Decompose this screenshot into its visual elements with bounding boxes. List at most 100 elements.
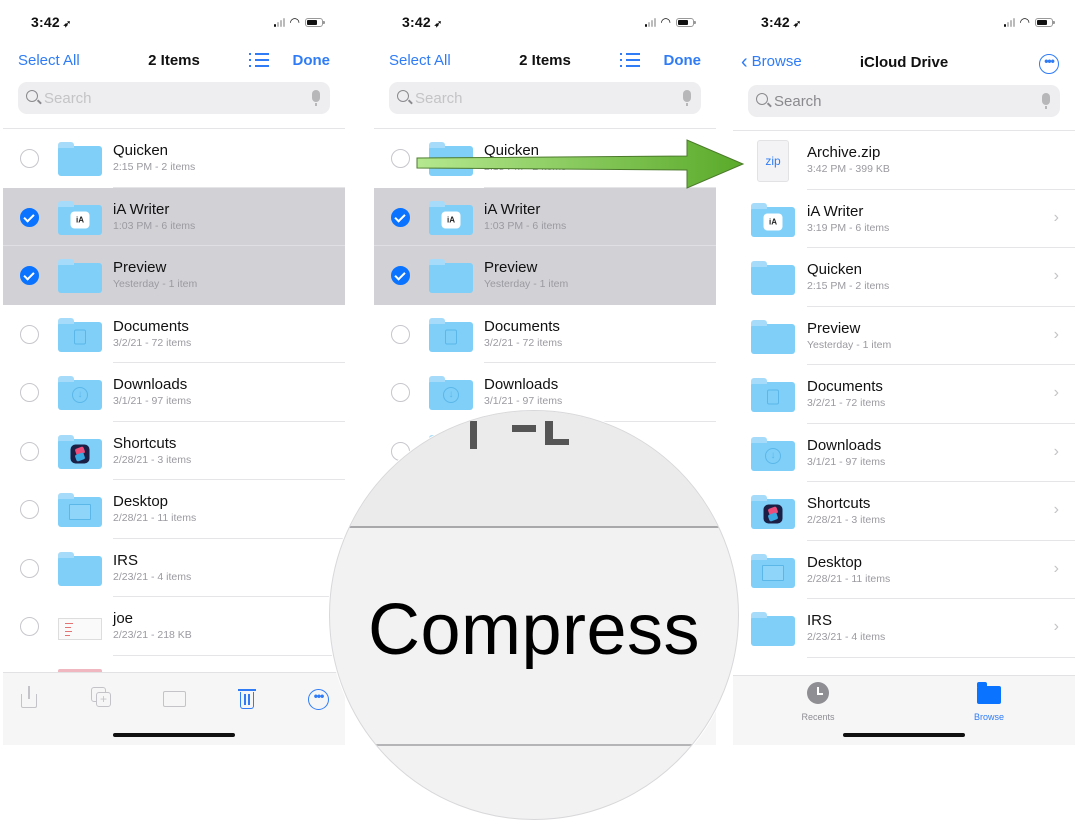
- list-item[interactable]: Shortcuts 2/28/21 - 3 items ›: [733, 482, 1075, 541]
- selected-checkmark-icon[interactable]: [391, 266, 410, 285]
- chevron-right-icon: ›: [1053, 208, 1059, 226]
- list-item[interactable]: Desktop 2/28/21 - 11 items ›: [733, 541, 1075, 599]
- list-item[interactable]: Quicken 2:15 PM - 2 items: [374, 129, 716, 188]
- selection-checkbox[interactable]: [20, 500, 39, 519]
- selected-checkmark-icon[interactable]: [20, 266, 39, 285]
- list-item[interactable]: Desktop 2/28/21 - 11 items: [3, 480, 345, 539]
- tab-label: Recents: [801, 712, 835, 722]
- microphone-icon[interactable]: [1042, 93, 1050, 109]
- list-item[interactable]: Documents 3/2/21 - 72 items: [3, 305, 345, 363]
- folder-icon: [977, 682, 1001, 704]
- search-bar[interactable]: [748, 85, 1060, 117]
- item-name: Desktop: [113, 493, 169, 510]
- signal-icon: [1003, 17, 1015, 27]
- more-icon[interactable]: •••: [308, 689, 329, 710]
- select-all-button[interactable]: Select All: [389, 52, 451, 69]
- search-icon: [26, 90, 38, 102]
- more-options-icon[interactable]: •••: [1039, 54, 1059, 74]
- item-name: iA Writer: [484, 200, 541, 218]
- selection-checkbox[interactable]: [391, 324, 410, 344]
- duplicate-icon[interactable]: +: [91, 687, 113, 709]
- search-bar[interactable]: [18, 82, 330, 114]
- list-item[interactable]: joe 2/23/21 - 218 KB: [3, 597, 345, 656]
- item-detail: 2:15 PM - 2 items: [807, 280, 890, 292]
- chevron-right-icon: ›: [1053, 267, 1059, 284]
- wifi-icon: ◠: [1019, 15, 1030, 29]
- selection-checkbox[interactable]: [20, 617, 39, 636]
- microphone-icon[interactable]: [312, 90, 320, 106]
- list-item[interactable]: ↓ Downloads 3/1/21 - 97 items: [3, 363, 345, 422]
- list-item[interactable]: IRS 2/23/21 - 4 items ›: [733, 599, 1075, 658]
- search-bar[interactable]: [389, 82, 701, 114]
- tab-browse[interactable]: Browse: [944, 682, 1034, 722]
- item-detail: 2/23/21 - 4 items: [807, 631, 886, 643]
- selection-checkbox[interactable]: [20, 558, 39, 578]
- microphone-icon[interactable]: [683, 90, 691, 106]
- chevron-left-icon: ‹: [741, 51, 748, 73]
- done-button[interactable]: Done: [664, 52, 702, 69]
- list-item[interactable]: iA iA Writer 1:03 PM - 6 items: [374, 187, 716, 246]
- item-detail: Yesterday - 1 item: [484, 278, 569, 290]
- selection-checkbox[interactable]: [20, 324, 39, 344]
- select-all-button[interactable]: Select All: [18, 52, 80, 69]
- folder-icon: [751, 261, 795, 295]
- trash-icon[interactable]: [237, 687, 259, 709]
- selection-checkbox[interactable]: [20, 383, 39, 402]
- item-name: Quicken: [484, 142, 540, 159]
- selection-checkbox[interactable]: [20, 441, 39, 461]
- folder-icon: [751, 319, 795, 354]
- selected-checkmark-icon[interactable]: [20, 207, 39, 227]
- selection-checkbox[interactable]: [391, 149, 410, 168]
- selection-checkbox[interactable]: [391, 383, 410, 402]
- search-icon: [756, 93, 768, 105]
- search-input[interactable]: [415, 82, 655, 114]
- list-item[interactable]: Quicken 2:15 PM - 2 items ›: [733, 248, 1075, 307]
- list-item[interactable]: Preview Yesterday - 1 item: [374, 246, 716, 305]
- list-item[interactable]: ↓ Downloads 3/1/21 - 97 items ›: [733, 424, 1075, 482]
- battery-icon: [676, 17, 696, 27]
- list-item[interactable]: iA iA Writer 1:03 PM - 6 items: [3, 187, 345, 246]
- item-detail: 2/28/21 - 3 items: [113, 453, 192, 466]
- selection-checkbox[interactable]: [20, 149, 39, 168]
- list-view-icon[interactable]: [620, 51, 642, 69]
- search-input[interactable]: [44, 82, 284, 114]
- ia-writer-folder-icon: iA: [58, 200, 102, 235]
- tab-recents[interactable]: Recents: [773, 682, 863, 722]
- item-detail: 2/23/21 - 218 KB: [113, 629, 192, 641]
- location-arrow-icon: ➶: [792, 19, 802, 30]
- selected-checkmark-icon[interactable]: [391, 207, 410, 227]
- back-button[interactable]: ‹ Browse: [741, 51, 802, 74]
- file-list: zip Archive.zip 3:42 PM - 399 KB iA iA W…: [733, 130, 1075, 658]
- item-detail: 2:15 PM - 2 items: [484, 161, 567, 173]
- item-name: iA Writer: [807, 202, 864, 220]
- item-name: IRS: [807, 612, 833, 629]
- list-item[interactable]: IRS 2/23/21 - 4 items: [3, 539, 345, 597]
- status-time: 3:42 ➶: [761, 14, 802, 30]
- item-name: Preview: [113, 259, 167, 276]
- search-input[interactable]: [774, 85, 1014, 117]
- list-item[interactable]: Documents 3/2/21 - 72 items: [374, 305, 716, 363]
- list-item[interactable]: Preview Yesterday - 1 item: [3, 246, 345, 305]
- list-item[interactable]: Documents 3/2/21 - 72 items ›: [733, 365, 1075, 424]
- item-detail: 2/28/21 - 11 items: [113, 512, 197, 524]
- item-name: Documents: [807, 378, 883, 395]
- status-bar: 3:42 ➶ ◠: [733, 14, 1075, 34]
- item-name: Shortcuts: [807, 495, 871, 512]
- signal-icon: [644, 17, 656, 27]
- list-view-icon[interactable]: [249, 51, 271, 69]
- list-item[interactable]: Shortcuts 2/28/21 - 3 items: [3, 422, 345, 480]
- list-item[interactable]: iA iA Writer 3:19 PM - 6 items ›: [733, 190, 1075, 248]
- move-folder-icon[interactable]: [163, 687, 187, 709]
- desktop-folder-icon: [58, 493, 102, 527]
- desktop-folder-icon: [751, 553, 795, 588]
- compress-menu-item[interactable]: Compress: [330, 589, 738, 671]
- item-name: Quicken: [807, 261, 863, 278]
- share-icon[interactable]: [19, 686, 41, 709]
- list-item[interactable]: zip Archive.zip 3:42 PM - 399 KB: [733, 131, 1075, 190]
- done-button[interactable]: Done: [293, 52, 331, 69]
- item-detail: Yesterday - 1 item: [113, 278, 198, 290]
- item-name: Downloads: [113, 376, 188, 393]
- list-item[interactable]: Quicken 2:15 PM - 2 items: [3, 129, 345, 188]
- list-item[interactable]: Preview Yesterday - 1 item ›: [733, 307, 1075, 365]
- item-name: Downloads: [484, 376, 559, 393]
